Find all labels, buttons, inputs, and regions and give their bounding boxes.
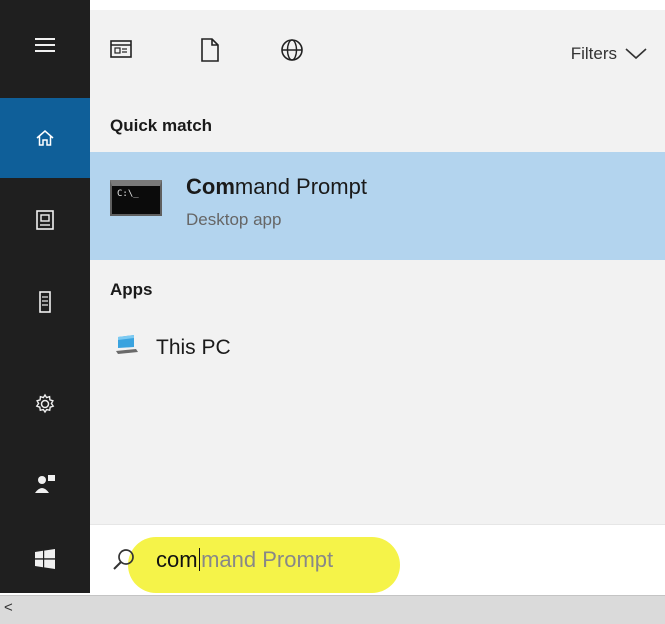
- this-pc-icon: [114, 332, 140, 363]
- feedback-button[interactable]: [0, 448, 90, 520]
- search-filter-toolbar: Filters: [90, 10, 665, 98]
- documents-filter-icon[interactable]: [200, 38, 220, 67]
- search-icon: [112, 548, 136, 577]
- panel-top-strip: [90, 0, 665, 10]
- start-menu-rail: [0, 0, 90, 593]
- web-filter-icon[interactable]: [280, 38, 304, 67]
- result-subtitle: Desktop app: [186, 210, 282, 229]
- user-feedback-icon: [35, 475, 55, 493]
- windows-start-icon: [35, 549, 55, 569]
- home-button[interactable]: [0, 98, 90, 178]
- device-icon: [39, 291, 51, 313]
- hamburger-menu-icon: [35, 38, 55, 52]
- horizontal-scrollbar[interactable]: <: [0, 595, 665, 624]
- search-input[interactable]: com mand Prompt: [156, 547, 333, 573]
- apps-filter-icon[interactable]: [110, 38, 132, 65]
- command-prompt-icon: C:\_: [110, 180, 162, 216]
- documents-icon: [36, 210, 54, 230]
- result-title: Command Prompt: [186, 174, 367, 200]
- home-icon: [36, 130, 54, 146]
- result-title-rest: mand Prompt: [234, 174, 367, 199]
- search-panel: Filters Quick match C:\_ Command Prompt …: [90, 0, 665, 593]
- settings-gear-icon: [35, 393, 55, 414]
- search-typed-text: com: [156, 547, 198, 572]
- filters-dropdown[interactable]: Filters: [571, 44, 647, 64]
- result-title-match: Com: [186, 174, 235, 199]
- top-result-command-prompt[interactable]: C:\_ Command Prompt Desktop app: [90, 152, 665, 260]
- search-box[interactable]: com mand Prompt: [90, 524, 665, 593]
- device-button[interactable]: [0, 262, 90, 342]
- scroll-left-button[interactable]: <: [4, 599, 13, 616]
- filters-label: Filters: [570, 44, 617, 63]
- apps-heading: Apps: [110, 280, 153, 299]
- command-prompt-icon-text: C:\_: [117, 189, 139, 199]
- app-item-this-pc[interactable]: This PC: [90, 320, 665, 380]
- chevron-down-icon: [625, 48, 647, 60]
- quick-match-heading: Quick match: [110, 116, 213, 135]
- app-item-label: This PC: [156, 336, 231, 359]
- documents-button[interactable]: [0, 180, 90, 260]
- start-button[interactable]: [0, 526, 90, 592]
- search-autocomplete-suggestion: mand Prompt: [201, 547, 334, 572]
- settings-button[interactable]: [0, 364, 90, 444]
- text-caret: [198, 548, 201, 571]
- hamburger-menu-button[interactable]: [0, 14, 90, 76]
